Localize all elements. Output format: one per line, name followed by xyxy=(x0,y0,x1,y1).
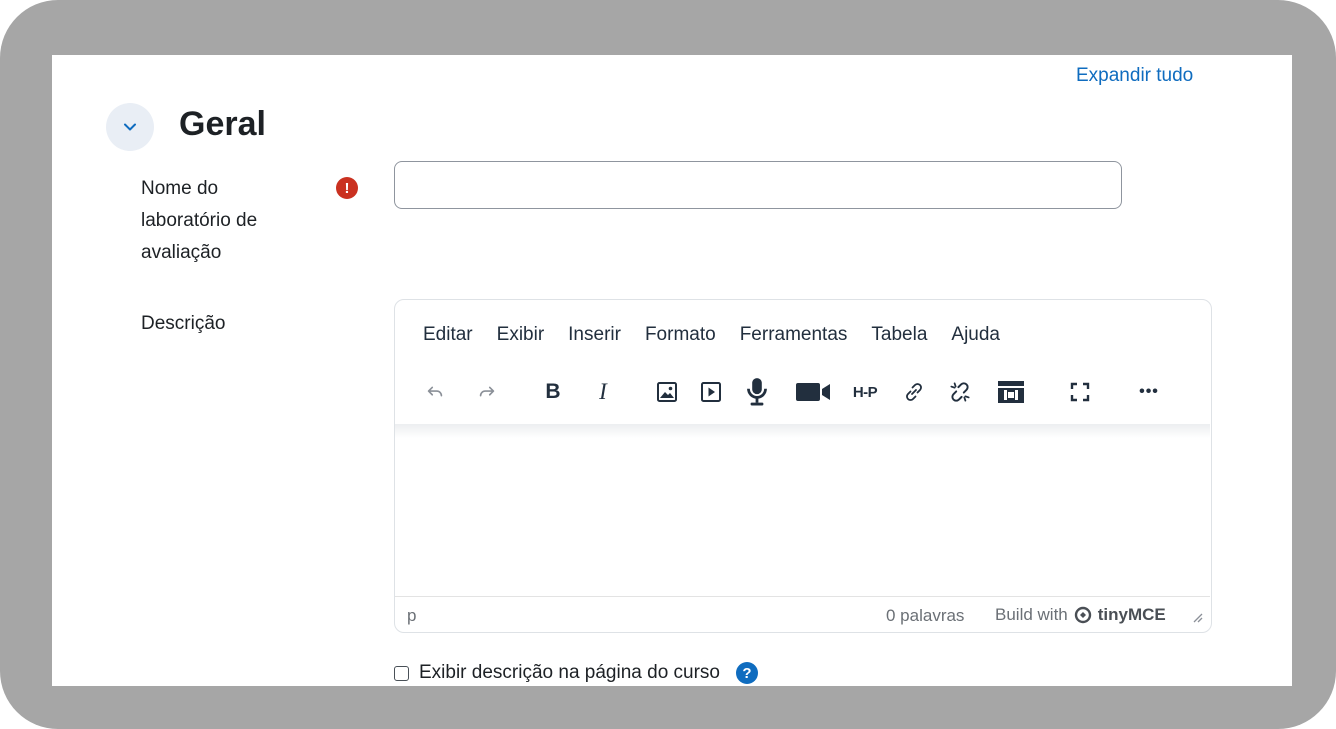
form-panel: Expandir tudo Geral Nome do laboratório … xyxy=(52,55,1292,686)
show-description-checkbox[interactable] xyxy=(394,665,409,681)
tinymce-logo-icon xyxy=(1074,606,1091,624)
section-collapse-toggle[interactable] xyxy=(106,103,154,151)
menu-exibir[interactable]: Exibir xyxy=(497,324,545,346)
video-icon xyxy=(796,383,830,401)
chevron-down-icon xyxy=(124,123,136,131)
editor-content-area[interactable] xyxy=(395,440,1210,596)
show-description-label[interactable]: Exibir descrição na página do curso xyxy=(419,662,720,684)
undo-icon xyxy=(427,386,443,397)
build-with-text: Build with xyxy=(995,605,1068,624)
bold-button[interactable]: B xyxy=(539,372,567,412)
element-path[interactable]: p xyxy=(407,606,416,626)
name-field-label: Nome do laboratório de avaliação xyxy=(141,178,258,263)
menu-ajuda[interactable]: Ajuda xyxy=(951,324,1000,346)
menu-editar[interactable]: Editar xyxy=(423,324,473,346)
unlink-button[interactable] xyxy=(945,372,975,412)
section-title: Geral xyxy=(179,105,266,143)
show-description-row: Exibir descrição na página do curso ? xyxy=(394,662,759,684)
image-button[interactable] xyxy=(651,372,683,412)
expand-all-link[interactable]: Expandir tudo xyxy=(1076,65,1193,87)
redo-button[interactable] xyxy=(473,372,501,412)
media-icon xyxy=(701,382,721,402)
tinymce-brand: tinyMCE xyxy=(1097,605,1166,624)
record-audio-button[interactable] xyxy=(741,372,773,412)
image-icon xyxy=(657,382,677,402)
h5p-button[interactable]: H-P xyxy=(845,372,885,412)
tinymce-branding[interactable]: Build with tinyMCE xyxy=(995,605,1166,625)
microphone-icon xyxy=(747,378,767,406)
more-button[interactable]: ••• xyxy=(1133,372,1165,412)
description-field-label: Descrição xyxy=(141,313,226,334)
editor-statusbar: p 0 palavras Build with tinyMCE xyxy=(395,596,1210,632)
menu-formato[interactable]: Formato xyxy=(645,324,716,346)
menu-tabela[interactable]: Tabela xyxy=(871,324,927,346)
fullscreen-button[interactable] xyxy=(1065,372,1095,412)
link-icon xyxy=(906,383,922,401)
fullscreen-icon xyxy=(1070,382,1090,402)
word-count[interactable]: 0 palavras xyxy=(886,606,964,626)
italic-button[interactable]: I xyxy=(589,372,617,412)
link-button[interactable] xyxy=(899,372,929,412)
unlink-icon xyxy=(950,382,970,402)
media-button[interactable] xyxy=(695,372,727,412)
editor-menubar: Editar Exibir Inserir Formato Ferramenta… xyxy=(423,324,1024,346)
rich-text-editor: Editar Exibir Inserir Formato Ferramenta… xyxy=(394,299,1212,633)
content-bank-icon xyxy=(998,381,1024,403)
content-bank-button[interactable] xyxy=(991,372,1031,412)
redo-icon xyxy=(479,386,495,397)
editor-toolbar: B I H-P ••• xyxy=(415,372,1205,412)
name-input[interactable] xyxy=(394,161,1122,209)
undo-button[interactable] xyxy=(421,372,449,412)
menu-ferramentas[interactable]: Ferramentas xyxy=(740,324,848,346)
toolbar-divider xyxy=(395,424,1210,438)
required-icon: ! xyxy=(336,177,358,199)
resize-handle-icon[interactable] xyxy=(1191,611,1203,623)
screenshot-frame: Expandir tudo Geral Nome do laboratório … xyxy=(0,0,1336,729)
help-icon[interactable]: ? xyxy=(736,662,759,684)
record-video-button[interactable] xyxy=(793,372,833,412)
menu-inserir[interactable]: Inserir xyxy=(568,324,621,346)
